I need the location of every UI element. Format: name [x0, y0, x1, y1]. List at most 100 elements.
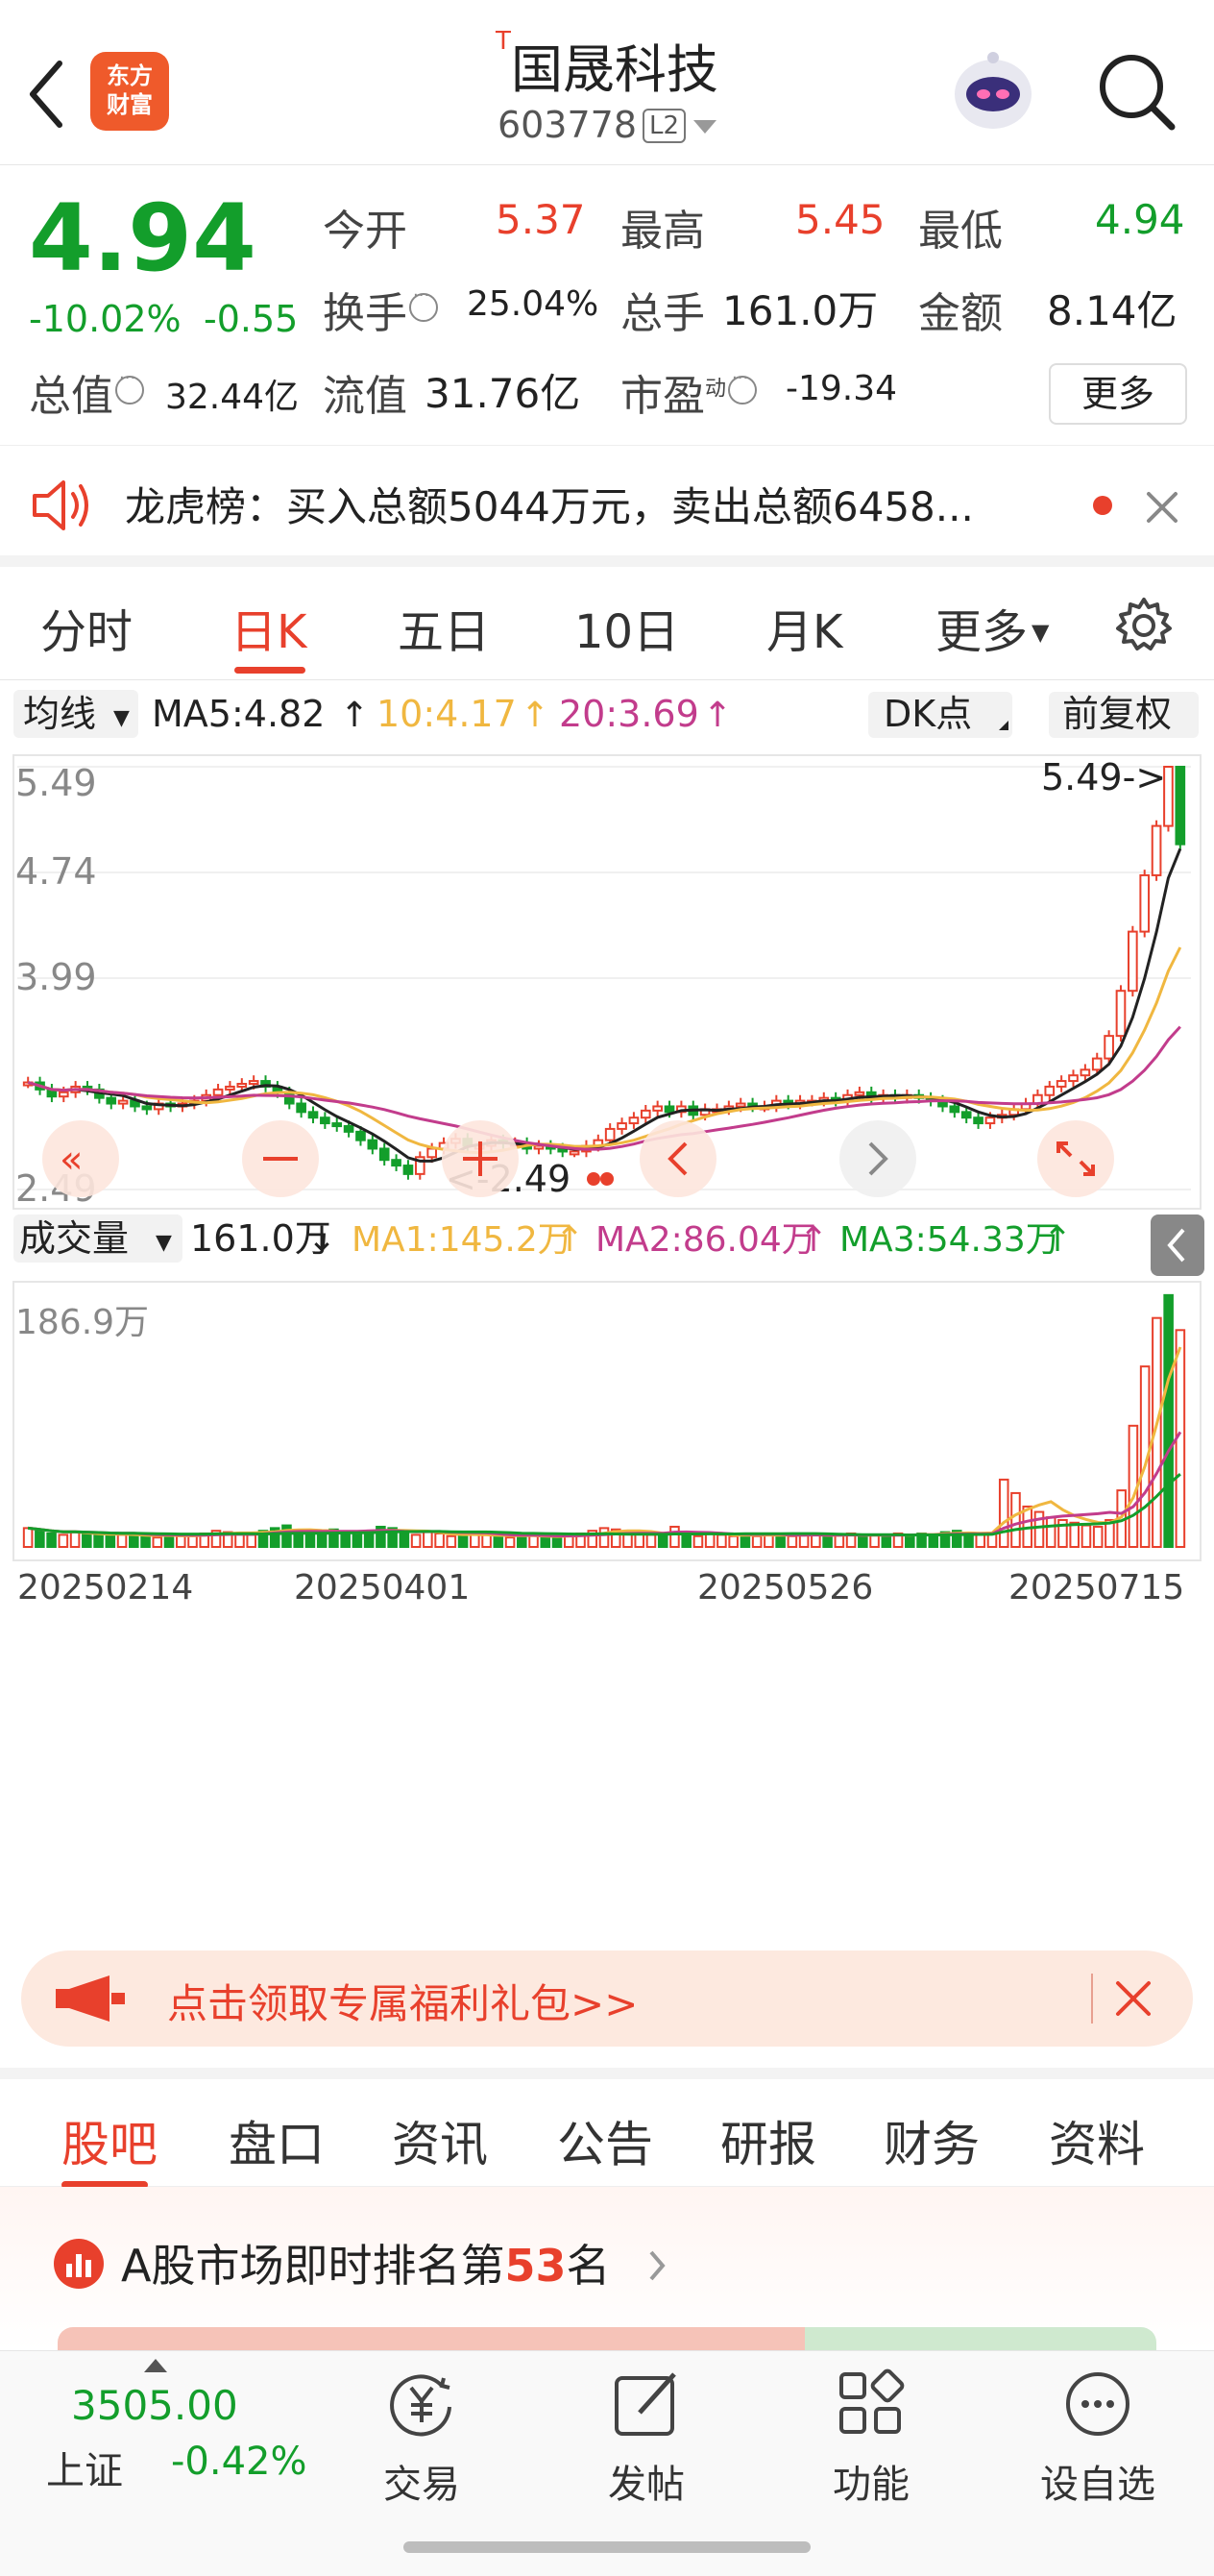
pe-label[interactable]: 市盈动 — [620, 361, 758, 423]
volume-selector-label[interactable]: 成交量 — [19, 1217, 129, 1260]
tab-more[interactable]: 更多 ▼ — [935, 594, 1049, 661]
step-left-button[interactable] — [640, 1120, 716, 1197]
pe-label-text: 市盈 — [620, 372, 705, 421]
active-tab-underline — [234, 667, 305, 674]
index-change: -0.42% — [171, 2440, 307, 2484]
caret-down-icon: ▼ — [156, 1231, 172, 1255]
event-dot[interactable] — [587, 1172, 600, 1186]
volume-bar — [928, 1533, 939, 1548]
tab-five-day[interactable]: 五日 — [398, 594, 490, 661]
close-icon[interactable] — [1112, 1977, 1154, 2020]
dragon-tiger-notice[interactable]: 龙虎榜：买入总额5044万元，卖出总额6458... — [0, 446, 1214, 567]
turnover-label-text: 换手 — [323, 289, 407, 338]
bottom-toolbar: 3505.00 上证 -0.42% 交易 发帖 功能 设自选 — [0, 2350, 1214, 2576]
chart-period-tabs: 分时 日K 五日 10日 月K 更多 ▼ — [0, 567, 1214, 680]
nav-functions[interactable]: 功能 — [799, 2361, 943, 2515]
vol-ma3-legend: MA3:54.33万 — [839, 1220, 1060, 1260]
tab-guba[interactable]: 股吧 — [61, 2106, 158, 2175]
index-value: 3505.00 — [71, 2382, 238, 2429]
tab-more-label: 更多 — [935, 605, 1029, 659]
volume-bar — [811, 1533, 821, 1548]
yen-trade-icon — [390, 2374, 451, 2437]
tab-finance[interactable]: 财务 — [884, 2106, 980, 2175]
candle-body — [296, 1102, 306, 1114]
ma10-legend: 10:4.17 — [376, 693, 517, 735]
event-dot[interactable] — [600, 1172, 614, 1186]
price-tick-label: 4.74 — [15, 850, 97, 893]
tab-ten-day[interactable]: 10日 — [574, 594, 679, 661]
candle-body — [1068, 1074, 1079, 1083]
trade-mark: T — [496, 27, 511, 56]
candle-body — [141, 1105, 153, 1111]
mktcap-label-text: 总值 — [29, 372, 113, 421]
change-percent: -10.02% — [29, 298, 182, 340]
volume-bar — [246, 1533, 257, 1548]
tab-monthly-k[interactable]: 月K — [766, 594, 842, 661]
rank-number: 53 — [504, 2240, 567, 2292]
amount-label: 金额 — [918, 289, 1003, 338]
search-icon[interactable] — [1095, 50, 1178, 133]
more-quote-button[interactable]: 更多 — [1049, 363, 1187, 425]
volume-bar — [881, 1534, 892, 1549]
volume-bar — [152, 1536, 163, 1548]
candle-body — [355, 1130, 366, 1141]
candle-body — [1080, 1068, 1091, 1077]
volume-bar — [775, 1533, 786, 1548]
volume-bar — [352, 1532, 363, 1549]
rank-suffix: 名 — [566, 2240, 611, 2292]
candle-body — [1115, 990, 1127, 1038]
unread-dot — [1093, 496, 1112, 515]
tab-news[interactable]: 资讯 — [392, 2106, 488, 2175]
candle-body — [569, 1150, 580, 1156]
kline-chart[interactable]: 均线 ▼ MA5:4.82 ↑ 10:4.17 ↑ 20:3.69 ↑ DK点 … — [0, 680, 1214, 1929]
volume-bar — [728, 1534, 739, 1549]
fullscreen-button[interactable] — [1037, 1120, 1114, 1197]
home-indicator — [403, 2541, 811, 2553]
tab-profile[interactable]: 资料 — [1049, 2106, 1145, 2175]
promo-banner[interactable]: 点击领取专属福利礼包>> — [21, 1950, 1193, 2047]
volume-bar — [470, 1533, 480, 1548]
nav-post[interactable]: 发帖 — [574, 2361, 718, 2515]
x-tick-label: 20250526 — [697, 1568, 873, 1607]
tab-announcements[interactable]: 公告 — [557, 2106, 653, 2175]
candle-body — [320, 1116, 330, 1125]
robot-avatar-icon[interactable] — [947, 44, 1039, 136]
adjust-button[interactable]: 前复权 — [1062, 693, 1172, 735]
collapse-panel-button[interactable] — [1151, 1214, 1204, 1276]
info-icon[interactable] — [728, 368, 758, 405]
volume-bar — [175, 1534, 186, 1549]
volume-bar — [446, 1534, 457, 1549]
ma20-line — [27, 1025, 1181, 1151]
volume-bar — [35, 1530, 45, 1548]
volume-bar — [93, 1533, 104, 1548]
tab-daily-k[interactable]: 日K — [231, 594, 306, 661]
ma5-line — [27, 847, 1182, 1163]
turnover-label[interactable]: 换手 — [323, 279, 438, 340]
ma-selector-label[interactable]: 均线 — [23, 693, 96, 735]
tab-intraday[interactable]: 分时 — [40, 594, 133, 661]
volume-bar — [69, 1531, 81, 1549]
info-icon[interactable] — [115, 368, 144, 405]
gear-icon[interactable] — [1114, 596, 1174, 655]
volume-bar — [82, 1532, 92, 1549]
double-chevron-left-icon: « — [60, 1138, 83, 1182]
price-tick-label: 3.99 — [15, 956, 97, 998]
step-right-button[interactable] — [839, 1120, 916, 1197]
tab-research[interactable]: 研报 — [720, 2106, 816, 2175]
open-value: 5.37 — [496, 196, 586, 243]
tab-order-book[interactable]: 盘口 — [229, 2106, 325, 2175]
volume-bar — [905, 1533, 915, 1548]
quote-panel: 4.94 -10.02% -0.55 今开 5.37 最高 5.45 最低 4.… — [0, 165, 1214, 446]
candle-body — [628, 1116, 640, 1125]
nav-add-watchlist[interactable]: 设自选 — [1026, 2361, 1170, 2515]
dk-button[interactable]: DK点 — [884, 693, 972, 735]
market-rank-row[interactable]: A股市场即时排名第53名 — [0, 2187, 1214, 2350]
caret-down-icon: ▼ — [113, 706, 130, 730]
close-icon[interactable] — [1143, 488, 1181, 527]
candle-body — [106, 1096, 117, 1105]
chart-svg[interactable]: 均线 ▼ MA5:4.82 ↑ 10:4.17 ↑ 20:3.69 ↑ DK点 … — [0, 680, 1214, 1929]
info-icon[interactable] — [409, 285, 438, 322]
mktcap-label[interactable]: 总值 — [29, 361, 144, 423]
nav-trade[interactable]: 交易 — [350, 2361, 494, 2515]
candle-body — [854, 1091, 865, 1096]
